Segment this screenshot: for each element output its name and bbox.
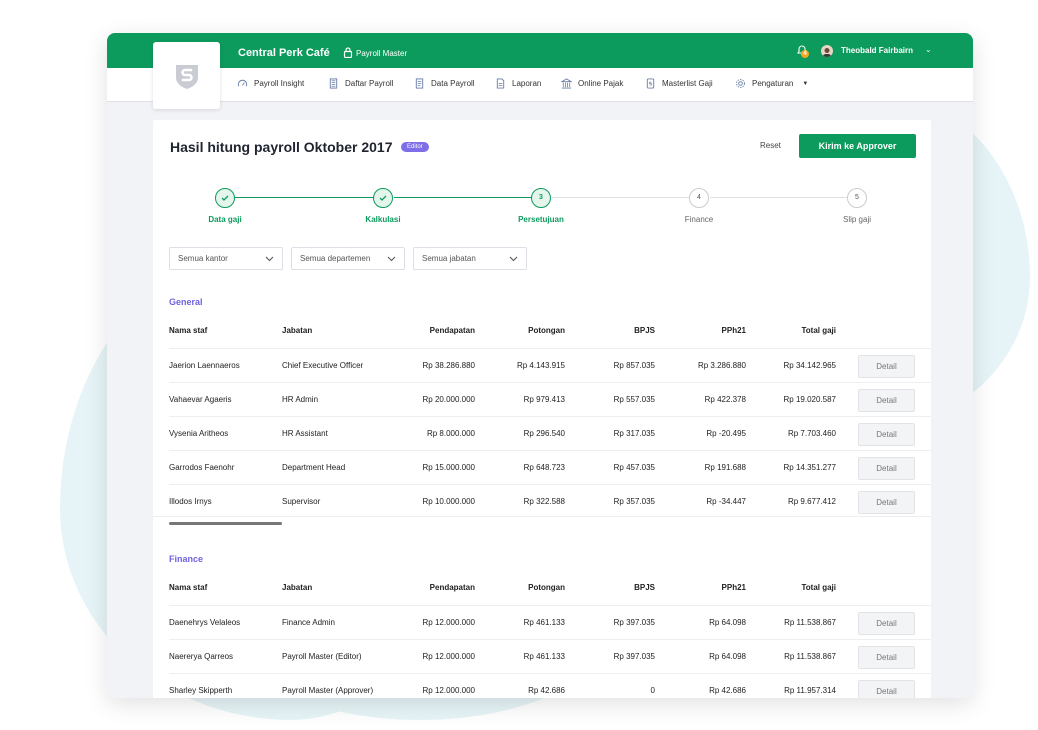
step-3-circle: 3	[531, 188, 551, 208]
payroll-result-card: Hasil hitung payroll Oktober 2017 Editor…	[153, 120, 931, 698]
step-4-circle: 4	[689, 188, 709, 208]
reset-button[interactable]: Reset	[760, 141, 781, 150]
check-icon	[379, 195, 387, 201]
nav-masterlist-gaji[interactable]: Masterlist Gaji	[645, 78, 713, 89]
detail-button[interactable]: Detail	[858, 680, 915, 698]
step-connector	[394, 197, 542, 198]
chevron-down-icon[interactable]: ⌄	[925, 45, 932, 54]
step-2-circle	[373, 188, 393, 208]
office-filter-select[interactable]: Semua kantor	[169, 247, 283, 270]
detail-button[interactable]: Detail	[858, 355, 915, 378]
chevron-down-icon	[387, 256, 396, 261]
money-file-icon	[646, 78, 655, 89]
app-window: Central Perk Café Payroll Master 4 Theob…	[107, 33, 973, 698]
company-logo[interactable]	[153, 42, 220, 109]
table-row: Vysenia Aritheos HR Assistant Rp 8.000.0…	[169, 416, 931, 450]
step-5-circle: 5	[847, 188, 867, 208]
nav-laporan[interactable]: Laporan	[495, 78, 541, 89]
table-row: Jaerion Laennaeros Chief Executive Offic…	[169, 348, 931, 382]
nav-pengaturan[interactable]: Pengaturan ▼	[735, 78, 808, 89]
detail-button[interactable]: Detail	[858, 389, 915, 412]
table-row: Naererya Qarreos Payroll Master (Editor)…	[169, 639, 931, 673]
horizontal-scrollbar[interactable]	[169, 522, 282, 525]
shield-logo-icon	[175, 64, 198, 89]
nav-data-payroll[interactable]: Data Payroll	[414, 78, 475, 89]
table-row: Garrodos Faenohr Department Head Rp 15.0…	[169, 450, 931, 484]
page-title: Hasil hitung payroll Oktober 2017	[170, 139, 393, 155]
table-row: Daenehrys Velaleos Finance Admin Rp 12.0…	[169, 605, 931, 639]
table-row: Illodos Irnys Supervisor Rp 10.000.000 R…	[169, 484, 931, 518]
step-1-label: Data gaji	[208, 215, 242, 224]
detail-button[interactable]: Detail	[858, 612, 915, 635]
lock-icon	[343, 47, 353, 58]
bank-icon	[561, 78, 572, 89]
table-row: Sharley Skipperth Payroll Master (Approv…	[169, 673, 931, 698]
check-icon	[221, 195, 229, 201]
department-filter-select[interactable]: Semua departemen	[291, 247, 405, 270]
caret-down-icon: ▼	[802, 80, 809, 87]
table-header: Nama staf Jabatan Pendapatan Potongan BP…	[169, 583, 836, 592]
detail-button[interactable]: Detail	[858, 646, 915, 669]
section-divider	[153, 516, 931, 517]
step-connector	[710, 197, 858, 198]
user-name[interactable]: Theobald Fairbairn	[841, 46, 913, 55]
document-icon	[415, 78, 424, 89]
step-1-circle	[215, 188, 235, 208]
role-label: Payroll Master	[356, 49, 408, 58]
editor-badge: Editor	[401, 142, 429, 152]
table-header: Nama staf Jabatan Pendapatan Potongan BP…	[169, 326, 836, 335]
section-title-general: General	[169, 297, 203, 307]
detail-button[interactable]: Detail	[858, 457, 915, 480]
step-connector	[235, 197, 384, 198]
nav-online-pajak[interactable]: Online Pajak	[561, 78, 623, 89]
table-row: Vahaevar Agaeris HR Admin Rp 20.000.000 …	[169, 382, 931, 416]
send-to-approver-button[interactable]: Kirim ke Approver	[799, 134, 916, 158]
step-4-label: Finance	[684, 215, 714, 224]
app-title: Central Perk Café	[238, 47, 330, 59]
main-nav: Payroll Insight Daftar Payroll Data Payr…	[107, 68, 973, 102]
progress-stepper: Data gaji Kalkulasi 3 Persetujuan 4 Fina…	[153, 188, 931, 228]
step-3-label: Persetujuan	[518, 215, 564, 224]
notification-badge: 4	[801, 50, 809, 58]
report-icon	[496, 78, 505, 89]
gauge-icon	[237, 79, 248, 87]
nav-payroll-insight[interactable]: Payroll Insight	[237, 78, 304, 89]
avatar[interactable]	[821, 45, 833, 57]
detail-button[interactable]: Detail	[858, 491, 915, 514]
chevron-down-icon	[265, 256, 274, 261]
step-5-label: Slip gaji	[842, 215, 871, 224]
step-2-label: Kalkulasi	[365, 215, 401, 224]
top-bar: Central Perk Café Payroll Master 4 Theob…	[107, 33, 973, 68]
gear-icon	[736, 79, 745, 88]
detail-button[interactable]: Detail	[858, 423, 915, 446]
step-connector	[552, 197, 700, 198]
chevron-down-icon	[509, 256, 518, 261]
position-filter-select[interactable]: Semua jabatan	[413, 247, 527, 270]
building-list-icon	[329, 78, 338, 89]
nav-daftar-payroll[interactable]: Daftar Payroll	[328, 78, 393, 89]
filter-bar: Semua kantor Semua departemen Semua jaba…	[169, 247, 527, 270]
section-title-finance: Finance	[169, 554, 204, 564]
